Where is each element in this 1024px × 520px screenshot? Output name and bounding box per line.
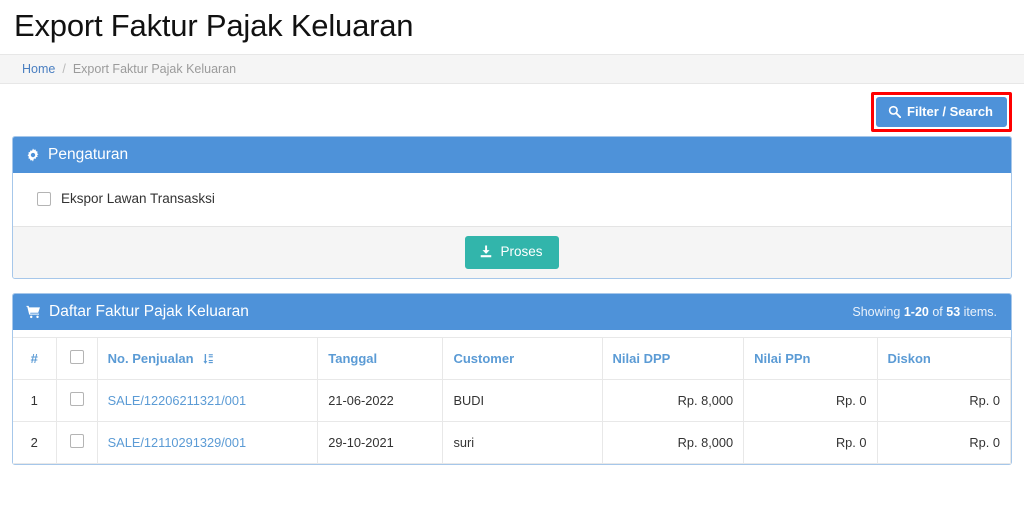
col-header-index: #	[13, 337, 57, 380]
col-header-nilai-dpp[interactable]: Nilai DPP	[602, 337, 745, 380]
breadcrumb: Home / Export Faktur Pajak Keluaran	[0, 54, 1024, 84]
invoice-table-body: 1 SALE/12206211321/001 21-06-2022 BUDI R…	[13, 379, 1012, 464]
breadcrumb-current: Export Faktur Pajak Keluaran	[72, 62, 237, 76]
invoice-table-head: # No. Penjualan Tanggal Customer Nilai D…	[13, 337, 1012, 380]
row-select-cell	[56, 421, 98, 464]
gear-icon	[26, 148, 40, 162]
export-counterparty-row: Ekspor Lawan Transasksi	[29, 191, 995, 206]
showing-suffix: items.	[963, 304, 997, 319]
settings-panel-body: Ekspor Lawan Transasksi	[13, 173, 1011, 226]
no-penjualan-link[interactable]: SALE/12110291329/001	[108, 435, 247, 450]
invoice-list-title-group: Daftar Faktur Pajak Keluaran	[26, 304, 249, 320]
col-header-diskon[interactable]: Diskon	[877, 337, 1012, 380]
settings-panel-title-group: Pengaturan	[26, 147, 128, 163]
showing-count: Showing 1-20 of 53 items.	[852, 305, 997, 319]
filter-search-label: Filter / Search	[907, 104, 993, 119]
table-row: 2 SALE/12110291329/001 29-10-2021 suri R…	[13, 421, 1012, 464]
row-checkbox[interactable]	[69, 392, 84, 406]
proses-label: Proses	[500, 244, 543, 260]
row-index: 2	[13, 421, 57, 464]
export-counterparty-label[interactable]: Ekspor Lawan Transasksi	[61, 191, 215, 206]
breadcrumb-separator: /	[62, 62, 66, 76]
row-no-penjualan-cell: SALE/12206211321/001	[97, 379, 319, 422]
row-customer: BUDI	[442, 379, 603, 422]
table-row: 1 SALE/12206211321/001 21-06-2022 BUDI R…	[13, 379, 1012, 422]
col-header-select	[56, 337, 98, 380]
invoice-table: # No. Penjualan Tanggal Customer Nilai D…	[13, 337, 1012, 464]
settings-panel-title: Pengaturan	[48, 145, 129, 163]
row-nilai-dpp: Rp. 8,000	[602, 421, 745, 464]
row-select-cell	[56, 379, 98, 422]
row-index: 1	[13, 379, 57, 422]
settings-panel: Pengaturan Ekspor Lawan Transasksi Prose…	[12, 136, 1012, 279]
toolbar: Filter / Search	[0, 84, 1024, 136]
showing-total: 53	[946, 304, 961, 319]
export-download-icon	[479, 245, 493, 259]
settings-panel-footer: Proses	[13, 226, 1011, 278]
sort-amount-down-icon[interactable]	[202, 353, 214, 365]
showing-range: 1-20	[903, 304, 929, 319]
invoice-list-title: Daftar Faktur Pajak Keluaran	[49, 302, 249, 320]
row-nilai-dpp: Rp. 8,000	[602, 379, 745, 422]
row-no-penjualan-cell: SALE/12110291329/001	[97, 421, 319, 464]
col-header-no-penjualan-label: No. Penjualan	[107, 351, 194, 366]
breadcrumb-home-link[interactable]: Home	[22, 62, 55, 76]
showing-middle: of	[932, 304, 943, 319]
invoice-list-header: Daftar Faktur Pajak Keluaran Showing 1-2…	[13, 294, 1011, 330]
invoice-list-panel: Daftar Faktur Pajak Keluaran Showing 1-2…	[12, 293, 1012, 465]
row-tanggal: 29-10-2021	[317, 421, 444, 464]
row-nilai-ppn: Rp. 0	[743, 421, 878, 464]
search-icon	[888, 105, 902, 118]
select-all-checkbox[interactable]	[69, 350, 84, 364]
row-customer: suri	[442, 421, 603, 464]
row-tanggal: 21-06-2022	[317, 379, 444, 422]
col-header-nilai-ppn[interactable]: Nilai PPn	[743, 337, 878, 380]
settings-panel-header: Pengaturan	[13, 137, 1011, 173]
page-root: Export Faktur Pajak Keluaran Home / Expo…	[0, 0, 1024, 520]
proses-button[interactable]: Proses	[465, 236, 559, 269]
invoice-table-wrapper: # No. Penjualan Tanggal Customer Nilai D…	[13, 330, 1012, 464]
col-header-tanggal[interactable]: Tanggal	[317, 337, 444, 380]
table-header-row: # No. Penjualan Tanggal Customer Nilai D…	[13, 337, 1012, 380]
filter-search-highlight: Filter / Search	[871, 92, 1012, 132]
row-diskon: Rp. 0	[877, 421, 1012, 464]
shopping-cart-icon	[26, 305, 41, 319]
showing-prefix: Showing	[852, 304, 901, 319]
no-penjualan-link[interactable]: SALE/12206211321/001	[108, 393, 247, 408]
row-nilai-ppn: Rp. 0	[743, 379, 878, 422]
col-header-customer[interactable]: Customer	[442, 337, 603, 380]
filter-search-button[interactable]: Filter / Search	[876, 97, 1007, 127]
row-diskon: Rp. 0	[877, 379, 1012, 422]
col-header-no-penjualan[interactable]: No. Penjualan	[97, 337, 319, 380]
page-title: Export Faktur Pajak Keluaran	[14, 8, 414, 43]
row-checkbox[interactable]	[69, 434, 84, 448]
export-counterparty-checkbox[interactable]	[37, 191, 51, 206]
